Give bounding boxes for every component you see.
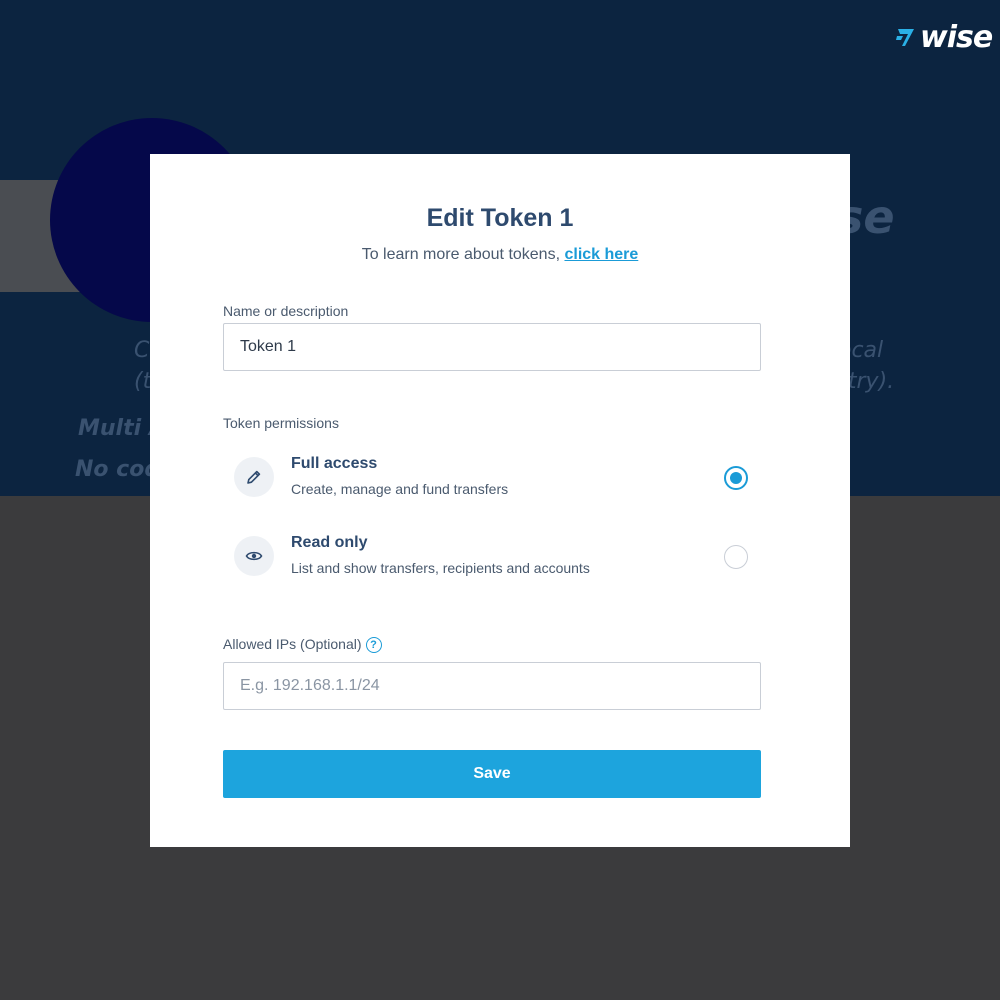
allowed-ips-input[interactable]	[223, 662, 761, 710]
permission-description: List and show transfers, recipients and …	[291, 560, 590, 576]
name-input[interactable]	[223, 323, 761, 371]
full-access-radio[interactable]	[724, 466, 748, 490]
dialog-title: Edit Token 1	[426, 204, 574, 232]
save-button[interactable]: Save	[223, 750, 761, 798]
background-text-line: No cod	[75, 457, 161, 482]
eye-icon	[234, 536, 274, 576]
dialog-subtitle: To learn more about tokens, click here	[150, 246, 850, 264]
permission-option-full-access[interactable]: Full access Create, manage and fund tran…	[234, 455, 750, 517]
wise-logo[interactable]: wise	[896, 19, 993, 55]
background-text-line: C	[134, 338, 150, 363]
permission-title: Read only	[291, 534, 368, 551]
edit-token-dialog: Edit Token 1 To learn more about tokens,…	[150, 154, 850, 847]
background-text-line: (t	[134, 369, 152, 394]
pencil-icon	[234, 457, 274, 497]
permissions-label: Token permissions	[223, 415, 339, 431]
allowed-ips-label-text: Allowed IPs (Optional)	[223, 636, 362, 652]
permission-title: Full access	[291, 455, 378, 472]
name-field-label: Name or description	[223, 303, 349, 319]
allowed-ips-label: Allowed IPs (Optional)?	[223, 636, 382, 653]
wise-wordmark: wise	[920, 19, 993, 55]
read-only-radio[interactable]	[724, 545, 748, 569]
help-icon[interactable]: ?	[365, 637, 382, 653]
dialog-subtitle-text: To learn more about tokens,	[361, 246, 565, 263]
wise-flag-icon	[896, 29, 914, 46]
learn-more-link[interactable]: click here	[564, 246, 638, 263]
permission-option-read-only[interactable]: Read only List and show transfers, recip…	[234, 534, 750, 596]
permission-description: Create, manage and fund transfers	[291, 481, 509, 497]
